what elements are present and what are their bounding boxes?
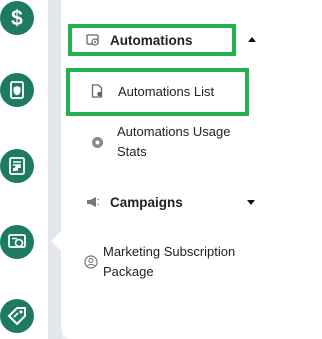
report-icon[interactable] — [0, 149, 34, 183]
menu-campaigns-label: Campaigns — [110, 194, 183, 210]
menu-marketing-subscription[interactable]: Marketing Subscription Package — [84, 242, 235, 282]
chevron-down-icon[interactable] — [247, 200, 255, 205]
menu-automations-usage-stats[interactable]: Automations Usage Stats — [90, 122, 230, 162]
chevron-up-icon[interactable] — [248, 37, 256, 42]
user-circle-icon — [84, 255, 98, 269]
menu-automations-label: Automations — [110, 32, 193, 48]
shield-document-icon[interactable] — [0, 73, 34, 107]
document-icon — [90, 84, 104, 98]
menu-campaigns[interactable]: Campaigns — [86, 194, 183, 210]
menu-marketing-line2: Package — [103, 264, 154, 279]
rail-shadow — [48, 0, 62, 339]
menu-usage-stats-line2: Stats — [117, 144, 147, 159]
svg-text:$: $ — [11, 7, 23, 29]
automation-icon — [86, 33, 100, 47]
dollar-icon[interactable]: $ — [0, 1, 34, 35]
menu-marketing-line1: Marketing Subscription — [103, 244, 236, 259]
menu-marketing-label: Marketing Subscription Package — [103, 242, 235, 282]
gear-icon — [90, 135, 104, 149]
tag-icon[interactable] — [0, 299, 34, 333]
menu-automations[interactable]: Automations — [86, 32, 193, 48]
automation-icon[interactable] — [0, 225, 34, 259]
menu-usage-stats-line1: Automations Usage — [117, 124, 231, 139]
megaphone-icon — [86, 195, 100, 209]
menu-usage-stats-label: Automations Usage Stats — [117, 122, 230, 162]
menu-automations-list[interactable]: Automations List — [90, 83, 214, 99]
menu-automations-list-label: Automations List — [118, 83, 215, 99]
